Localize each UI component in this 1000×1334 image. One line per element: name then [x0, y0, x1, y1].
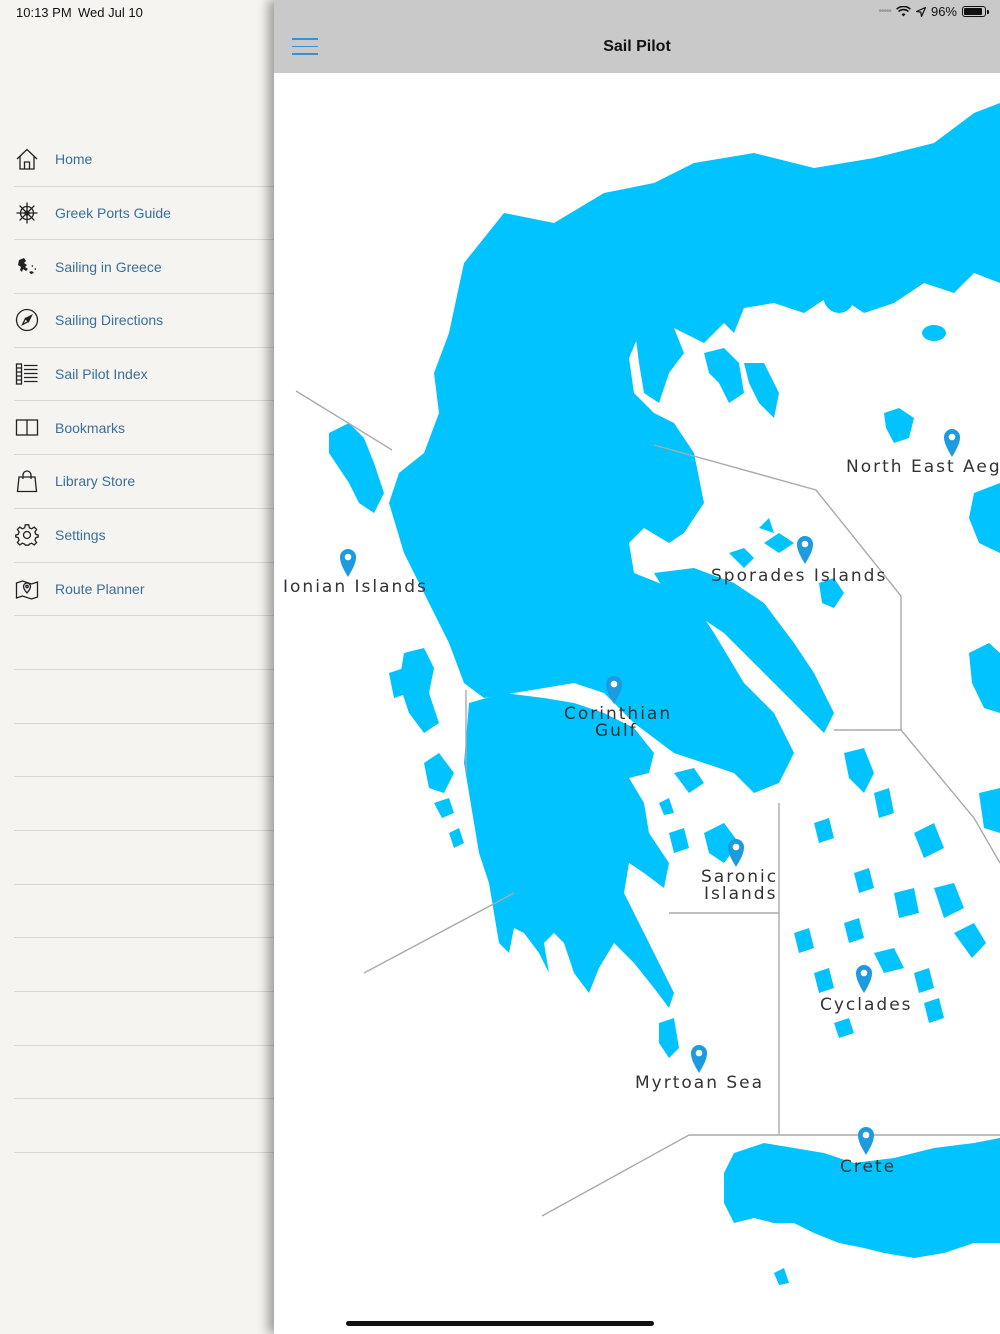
- empty-row: [14, 670, 274, 724]
- pin-saronic-islands[interactable]: [728, 839, 744, 867]
- menu-item-label: Library Store: [55, 473, 136, 490]
- pin-cyclades[interactable]: [856, 965, 872, 993]
- menu-item-library-store[interactable]: Library Store: [14, 455, 274, 509]
- menu-item-label: Sailing in Greece: [55, 258, 162, 275]
- land-masses: [329, 103, 1000, 1285]
- pin-crete[interactable]: [858, 1127, 874, 1155]
- gear-icon: [14, 522, 40, 548]
- empty-row: [14, 1046, 274, 1100]
- region-label-north-east-aegean: North East Aegean: [846, 457, 1000, 477]
- ship-wheel-icon: [14, 200, 40, 226]
- menu-item-label: Greek Ports Guide: [55, 205, 171, 222]
- book-icon: [14, 415, 40, 441]
- battery-icon: [962, 6, 989, 17]
- empty-row: [14, 992, 274, 1046]
- pin-ionian-islands[interactable]: [340, 549, 356, 577]
- menu-item-label: Bookmarks: [55, 419, 126, 436]
- shopping-bag-icon: [14, 468, 40, 494]
- empty-row: [14, 885, 274, 939]
- compass-icon: [14, 307, 40, 333]
- pin-myrtoan-sea[interactable]: [691, 1045, 707, 1073]
- empty-row: [14, 831, 274, 885]
- side-menu: Home Greek Ports Guide Sailing in Greece…: [0, 0, 274, 1334]
- home-icon: [14, 146, 40, 172]
- index-list-icon: [14, 361, 40, 387]
- region-label-ionian-islands: Ionian Islands: [283, 577, 428, 597]
- signal-dots-icon: •••••: [878, 6, 891, 17]
- menu-item-route-planner[interactable]: Route Planner: [14, 563, 274, 617]
- menu-item-sailing-in-greece[interactable]: Sailing in Greece: [14, 240, 274, 295]
- region-label-saronic-line2: Islands: [704, 884, 777, 904]
- menu-item-label: Route Planner: [55, 580, 145, 597]
- empty-row: [14, 938, 274, 992]
- menu-item-label: Home: [55, 151, 93, 168]
- wifi-icon: [896, 6, 911, 17]
- empty-row: [14, 777, 274, 831]
- menu-item-sailing-directions[interactable]: Sailing Directions: [14, 294, 274, 348]
- region-label-myrtoan-sea: Myrtoan Sea: [635, 1073, 764, 1093]
- menu-item-greek-ports-guide[interactable]: Greek Ports Guide: [14, 187, 274, 241]
- greece-sailing-map: Ionian Islands North East Aegean Sporade…: [283, 103, 1000, 1285]
- status-bar: 10:13 PM Wed Jul 10 ••••• 96%: [0, 0, 1000, 24]
- region-label-corinthian-line2: Gulf: [595, 721, 638, 741]
- menu-item-label: Sailing Directions: [55, 312, 164, 329]
- greece-map-icon: [14, 254, 40, 280]
- empty-row: [14, 724, 274, 778]
- region-label-sporades-islands: Sporades Islands: [711, 566, 887, 586]
- menu-item-sail-pilot-index[interactable]: Sail Pilot Index: [14, 348, 274, 402]
- status-time: 10:13 PM: [16, 5, 72, 20]
- region-label-crete: Crete: [840, 1157, 896, 1177]
- empty-row: [14, 616, 274, 670]
- menu-item-bookmarks[interactable]: Bookmarks: [14, 401, 274, 456]
- empty-row: [14, 1099, 274, 1154]
- region-label-cyclades: Cyclades: [820, 995, 913, 1015]
- status-indicators: ••••• 96%: [878, 4, 989, 19]
- battery-percent: 96%: [930, 4, 957, 19]
- status-date: Wed Jul 10: [78, 5, 143, 20]
- map-pin-icon: [14, 576, 40, 602]
- page-title: Sail Pilot: [603, 38, 671, 55]
- main-panel: Sail Pilot Ionian Islands North East Aeg…: [274, 0, 1000, 1334]
- menu-item-label: Sail Pilot Index: [55, 366, 148, 383]
- menu-item-home[interactable]: Home: [14, 133, 274, 187]
- pin-north-east-aegean[interactable]: [944, 429, 960, 457]
- menu-item-settings[interactable]: Settings: [14, 509, 274, 563]
- pin-sporades-islands[interactable]: [797, 536, 813, 564]
- menu-item-label: Settings: [55, 527, 106, 544]
- side-menu-list: Home Greek Ports Guide Sailing in Greece…: [14, 133, 274, 1154]
- home-indicator[interactable]: [346, 1321, 654, 1326]
- location-arrow-icon: [915, 6, 926, 17]
